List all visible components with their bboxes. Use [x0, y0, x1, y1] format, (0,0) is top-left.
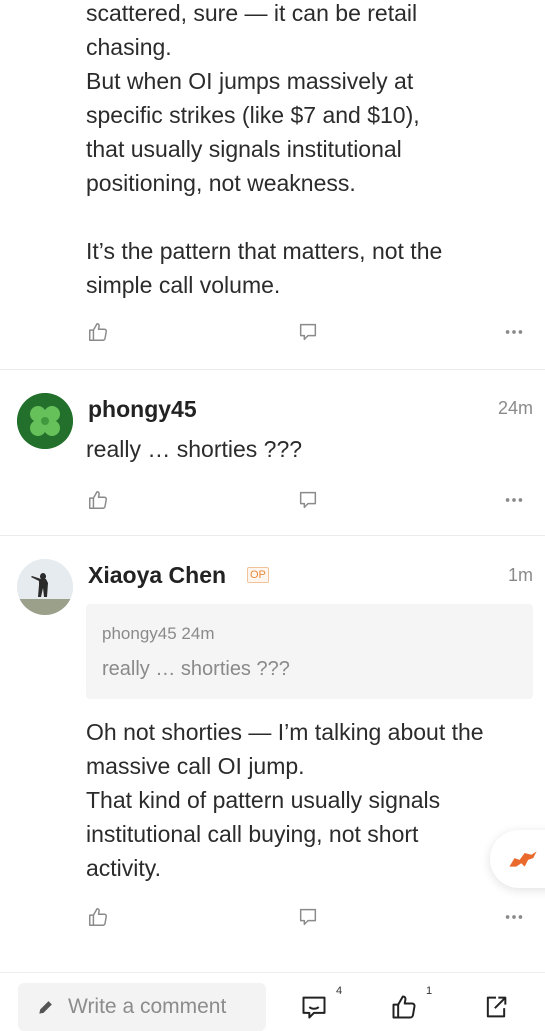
- quote-author: phongy45: [102, 624, 177, 643]
- op-badge: OP: [247, 567, 269, 583]
- quote-text: really … shorties ???: [102, 658, 290, 680]
- more-icon[interactable]: [500, 486, 528, 514]
- more-icon[interactable]: [500, 318, 528, 346]
- username[interactable]: Xiaoya Chen: [88, 562, 226, 589]
- avatar[interactable]: [17, 393, 73, 449]
- timestamp: 24m: [497, 398, 533, 418]
- bull-icon: [509, 851, 537, 867]
- pencil-icon: [39, 1001, 52, 1014]
- person-silhouette-icon: [17, 559, 73, 615]
- divider: [0, 369, 545, 370]
- divider: [0, 535, 545, 536]
- comment-body: Oh not shorties — I’m talking about the …: [86, 719, 484, 881]
- post-body: scattered, sure — it can be retail chasi…: [86, 0, 443, 298]
- clover-icon: [17, 393, 73, 449]
- avatar[interactable]: [17, 559, 73, 615]
- comment-placeholder: Write a comment: [68, 995, 227, 1018]
- comment-icon[interactable]: [294, 318, 322, 346]
- comment-count: 4: [336, 985, 343, 997]
- comment-icon[interactable]: [294, 903, 322, 931]
- like-icon[interactable]: [84, 903, 112, 931]
- quote-meta: phongy45 24m: [102, 624, 215, 644]
- post-actions: [0, 318, 545, 348]
- quoted-reply[interactable]: phongy45 24m really … shorties ???: [86, 604, 533, 699]
- more-icon[interactable]: [500, 903, 528, 931]
- like-count: 1: [426, 985, 433, 997]
- username[interactable]: phongy45: [88, 396, 197, 423]
- comment-icon: [302, 996, 326, 1019]
- comment-actions: [0, 903, 545, 933]
- bottom-bar: Write a comment 4 1: [0, 972, 545, 1031]
- quote-time: 24m: [181, 624, 215, 643]
- share-button[interactable]: [480, 991, 512, 1023]
- like-icon: [392, 995, 416, 1019]
- comment-icon[interactable]: [294, 486, 322, 514]
- like-icon[interactable]: [84, 486, 112, 514]
- comments-button[interactable]: [298, 991, 330, 1023]
- like-button[interactable]: [388, 991, 420, 1023]
- timestamp: 1m: [507, 565, 533, 585]
- share-icon: [486, 996, 507, 1018]
- like-icon[interactable]: [84, 318, 112, 346]
- comment-actions: [0, 486, 545, 516]
- comment-body: really … shorties ???: [86, 436, 303, 462]
- floating-action-button[interactable]: [490, 830, 545, 888]
